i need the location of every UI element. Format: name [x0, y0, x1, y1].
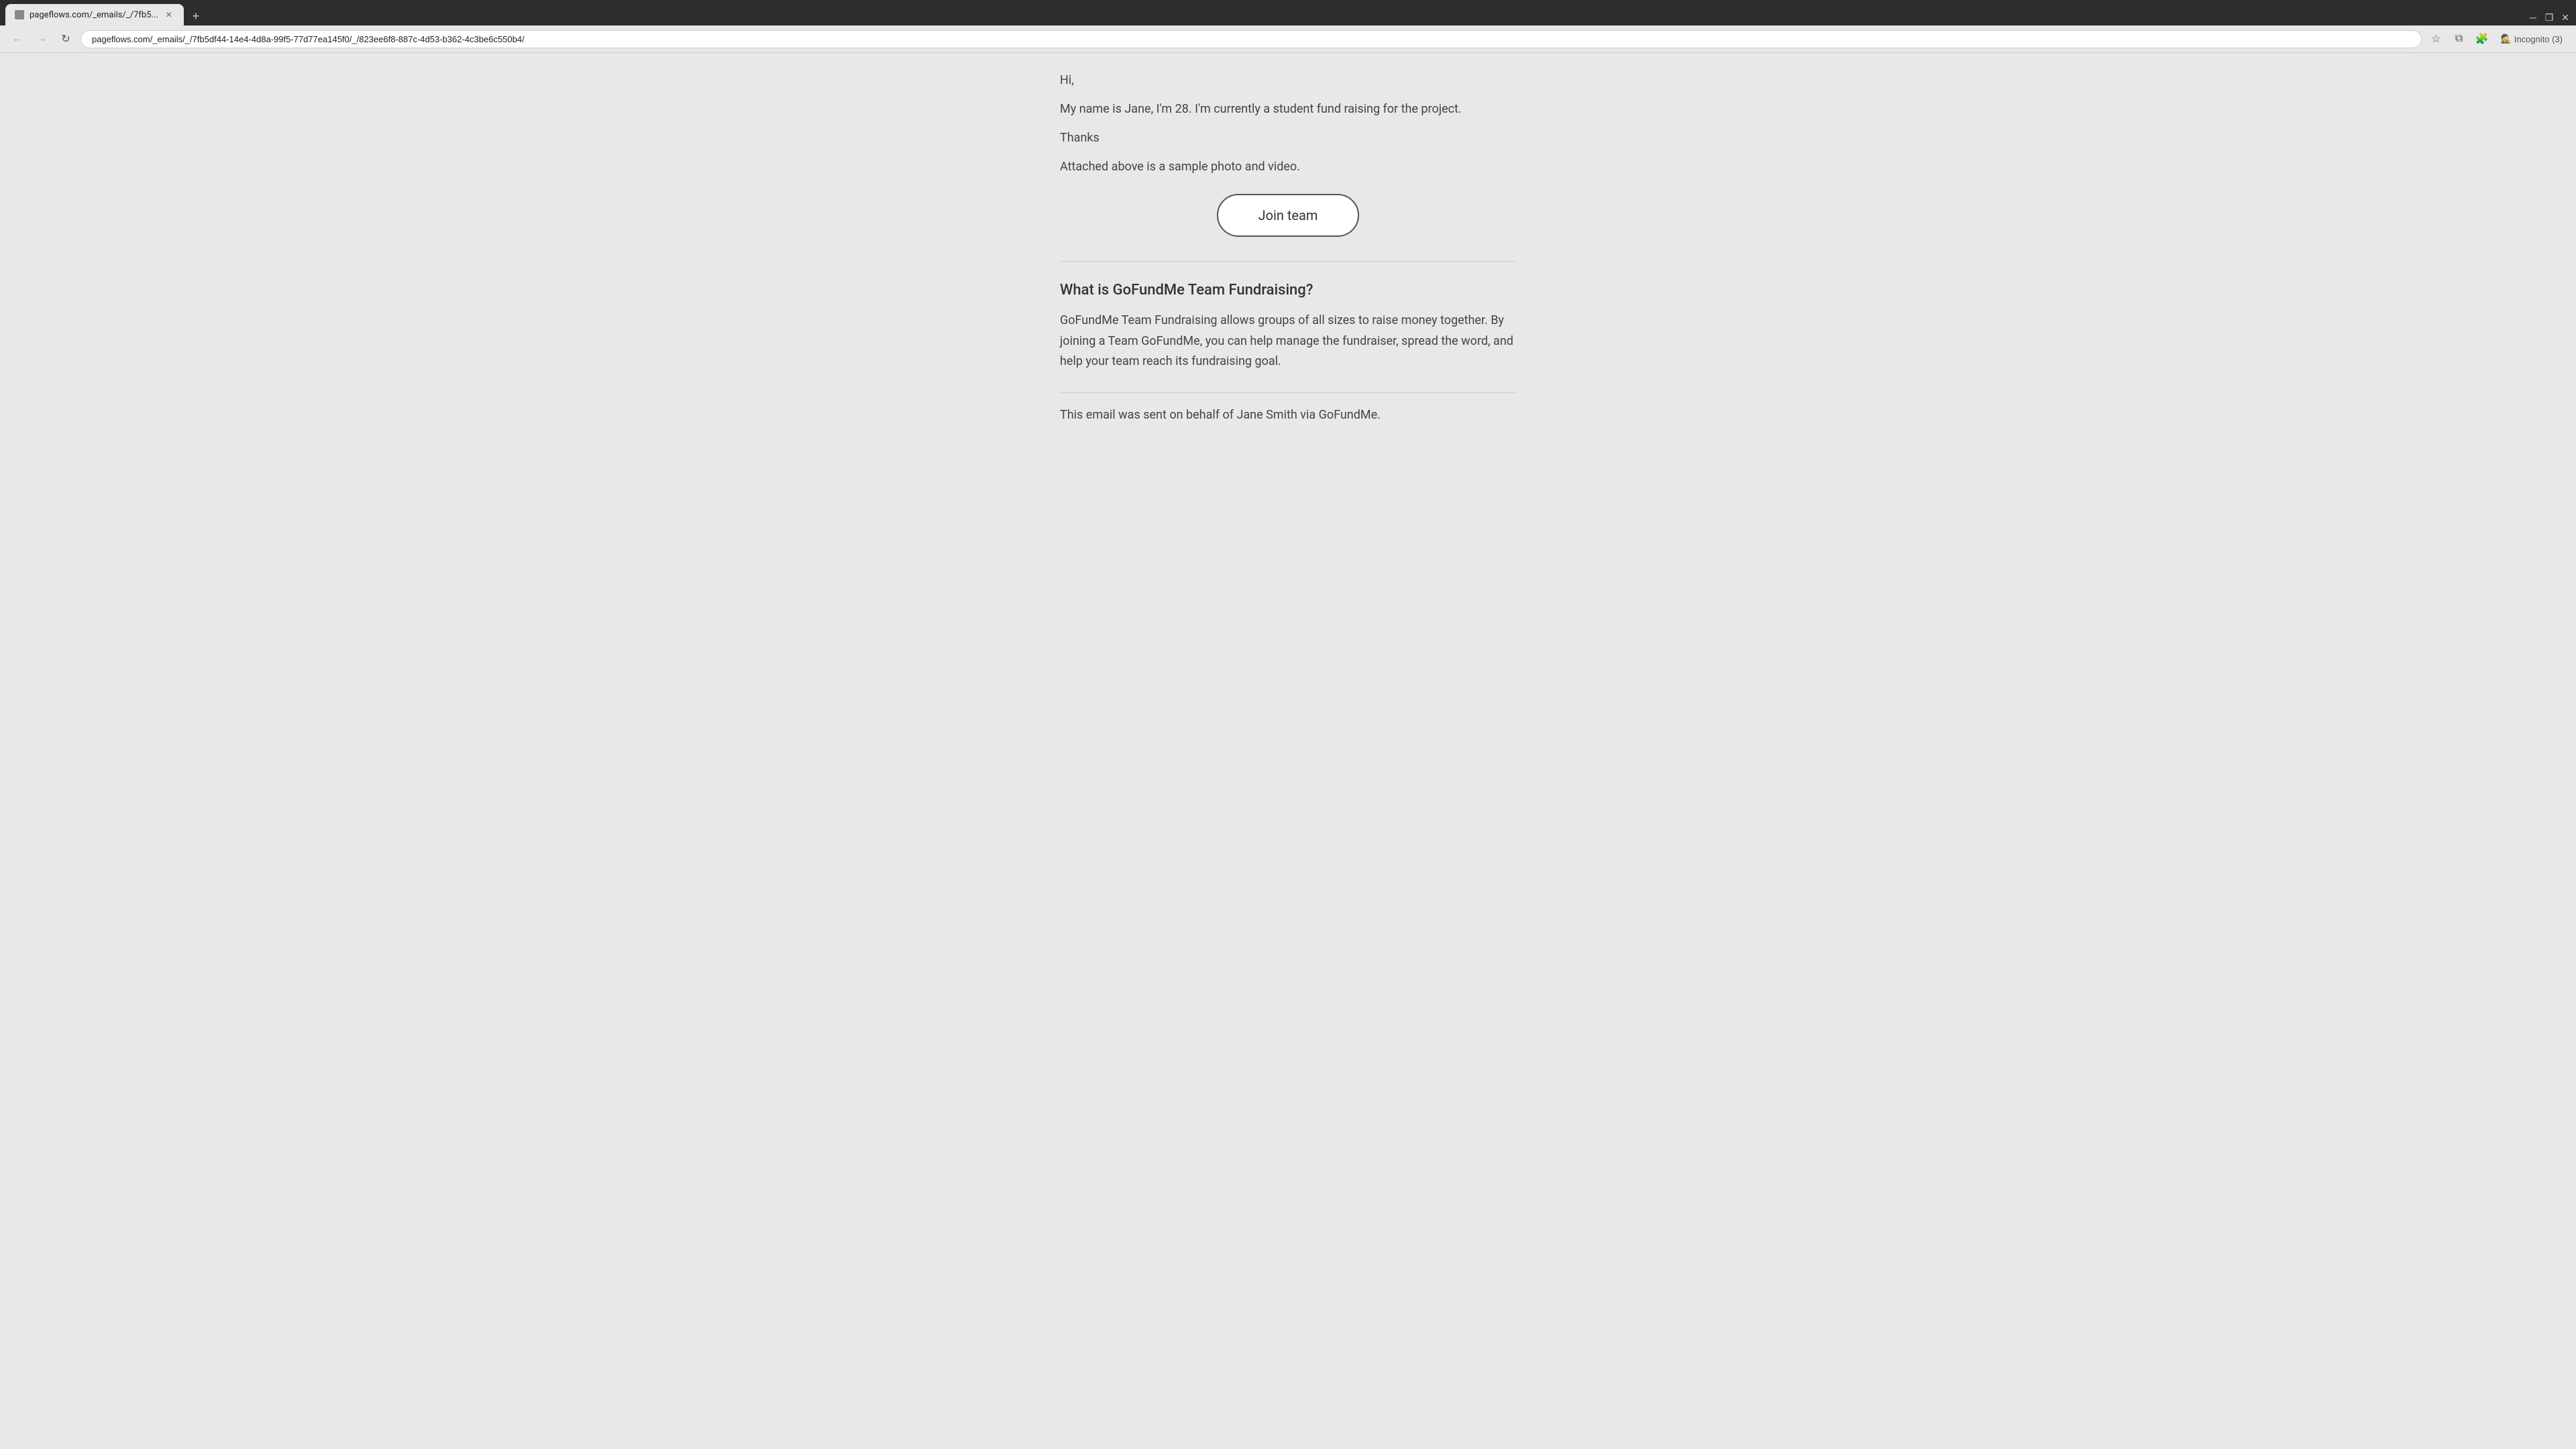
active-tab[interactable]: pageflows.com/_emails/_/7fb5... ✕ [5, 4, 184, 25]
forward-button[interactable]: → [32, 30, 51, 48]
email-container: Hi, My name is Jane, I'm 28. I'm current… [1046, 53, 1529, 1428]
address-input[interactable] [80, 30, 2422, 48]
incognito-button[interactable]: 🕵 Incognito (3) [2496, 31, 2568, 47]
email-paragraph-2: Attached above is a sample photo and vid… [1060, 160, 1516, 174]
divider-1 [1060, 261, 1516, 262]
incognito-label: Incognito (3) [2514, 34, 2563, 44]
tab-bar: pageflows.com/_emails/_/7fb5... ✕ + ─ ❐ … [0, 0, 2576, 25]
minimize-button[interactable]: ─ [2528, 12, 2538, 23]
split-view-button[interactable]: ⧉ [2450, 30, 2469, 48]
browser-chrome: pageflows.com/_emails/_/7fb5... ✕ + ─ ❐ … [0, 0, 2576, 53]
close-button[interactable]: ✕ [2560, 12, 2571, 23]
join-button-container: Join team [1060, 194, 1516, 237]
page-content: Hi, My name is Jane, I'm 28. I'm current… [0, 53, 2576, 1428]
email-greeting: Hi, [1060, 73, 1516, 87]
footer-text: This email was sent on behalf of Jane Sm… [1060, 408, 1516, 422]
tab-title: pageflows.com/_emails/_/7fb5... [30, 10, 158, 20]
footer-divider [1060, 392, 1516, 393]
section-heading: What is GoFundMe Team Fundraising? [1060, 282, 1516, 299]
email-thanks: Thanks [1060, 131, 1516, 145]
back-button[interactable]: ← [8, 30, 27, 48]
new-tab-button[interactable]: + [186, 7, 205, 25]
refresh-button[interactable]: ↻ [56, 30, 75, 48]
extensions-button[interactable]: 🧩 [2473, 30, 2491, 48]
join-team-button[interactable]: Join team [1217, 194, 1360, 237]
bookmark-button[interactable]: ☆ [2427, 30, 2446, 48]
address-bar-icons: ☆ ⧉ 🧩 🕵 Incognito (3) [2427, 30, 2568, 48]
incognito-icon: 🕵 [2501, 34, 2512, 44]
restore-button[interactable]: ❐ [2544, 12, 2555, 23]
tab-close-button[interactable]: ✕ [164, 9, 174, 20]
address-bar: ← → ↻ ☆ ⧉ 🧩 🕵 Incognito (3) [0, 25, 2576, 53]
email-paragraph-1: My name is Jane, I'm 28. I'm currently a… [1060, 102, 1516, 116]
tab-favicon [15, 10, 24, 19]
section-text: GoFundMe Team Fundraising allows groups … [1060, 311, 1516, 372]
